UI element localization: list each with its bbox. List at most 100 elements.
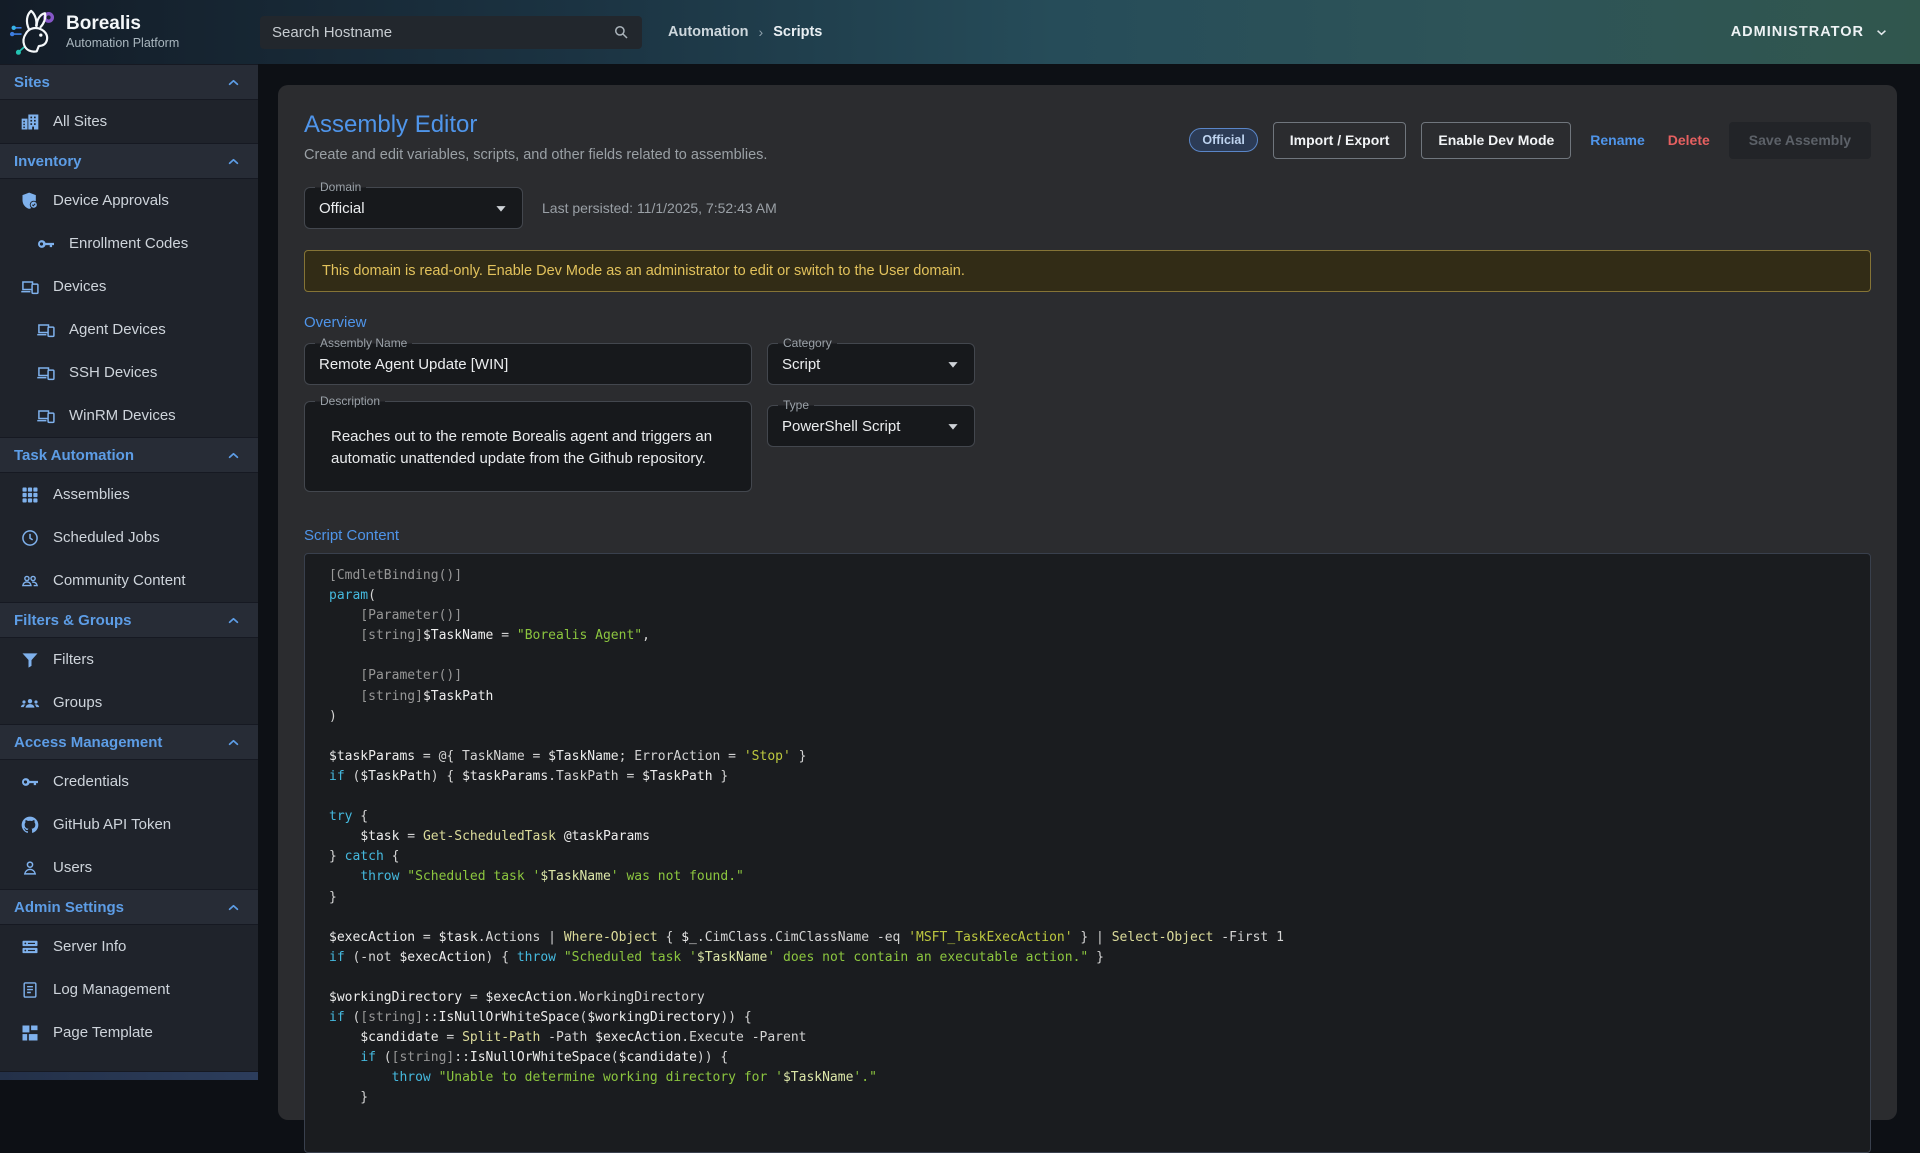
sidebar-item-label: Agent Devices	[69, 321, 166, 338]
borealis-rabbit-icon	[8, 7, 58, 57]
code-line: $taskParams = @{ TaskName = $TaskName; E…	[329, 747, 1846, 767]
editor-actions: Official Import / Export Enable Dev Mode…	[1189, 117, 1871, 163]
grid-icon	[20, 485, 40, 505]
layout-icon	[20, 1023, 40, 1043]
sidebar-section-label: Filters & Groups	[14, 612, 132, 629]
code-line: [CmdletBinding()]	[329, 566, 1846, 586]
overview-section-label: Overview	[304, 314, 1871, 331]
code-line: $candidate = Split-Path -Path $execActio…	[329, 1028, 1846, 1048]
sidebar-item-all-sites[interactable]: All Sites	[0, 100, 258, 143]
rename-button[interactable]: Rename	[1586, 132, 1648, 148]
assembly-name-value: Remote Agent Update [WIN]	[319, 356, 508, 373]
log-icon	[20, 980, 40, 1000]
official-badge: Official	[1189, 128, 1257, 152]
page-subtitle: Create and edit variables, scripts, and …	[304, 147, 767, 163]
user-menu-label: ADMINISTRATOR	[1731, 24, 1864, 40]
code-line: throw "Unable to determine working direc…	[329, 1068, 1846, 1088]
sidebar-item-devices[interactable]: Devices	[0, 265, 258, 308]
assembly-name-input[interactable]: Assembly Name Remote Agent Update [WIN]	[304, 343, 752, 385]
sidebar-item-log-management[interactable]: Log Management	[0, 968, 258, 1011]
last-persisted-text: Last persisted: 11/1/2025, 7:52:43 AM	[542, 200, 777, 216]
sidebar-section-access-management[interactable]: Access Management	[0, 724, 258, 760]
sidebar-section-label: Task Automation	[14, 447, 134, 464]
clock-icon	[20, 528, 40, 548]
sidebar-section-admin-settings[interactable]: Admin Settings	[0, 889, 258, 925]
sidebar-item-label: Page Template	[53, 1024, 153, 1041]
sidebar-item-label: Scheduled Jobs	[53, 529, 160, 546]
assembly-editor-panel: Assembly Editor Create and edit variable…	[278, 85, 1897, 1120]
sidebar-item-github-api-token[interactable]: GitHub API Token	[0, 803, 258, 846]
sidebar-section-filters-groups[interactable]: Filters & Groups	[0, 602, 258, 638]
sidebar-item-groups[interactable]: Groups	[0, 681, 258, 724]
import-export-button[interactable]: Import / Export	[1273, 122, 1407, 159]
breadcrumb-scripts[interactable]: Scripts	[773, 24, 822, 40]
sidebar-item-scheduled-jobs[interactable]: Scheduled Jobs	[0, 516, 258, 559]
code-line	[329, 646, 1846, 666]
category-select[interactable]: Category Script	[767, 343, 975, 385]
sidebar-item-server-info[interactable]: Server Info	[0, 925, 258, 968]
sidebar-item-users[interactable]: Users	[0, 846, 258, 889]
user-menu[interactable]: ADMINISTRATOR	[1731, 24, 1890, 41]
sidebar-item-label: Devices	[53, 278, 106, 295]
sidebar-section-task-automation[interactable]: Task Automation	[0, 437, 258, 473]
script-editor[interactable]: [CmdletBinding()]param( [Parameter()] [s…	[304, 553, 1871, 1153]
breadcrumb: Automation › Scripts	[668, 24, 822, 40]
sidebar-item-filters[interactable]: Filters	[0, 638, 258, 681]
type-select[interactable]: Type PowerShell Script	[767, 405, 975, 447]
sidebar-section-label: Access Management	[14, 734, 162, 751]
sidebar-item-credentials[interactable]: Credentials	[0, 760, 258, 803]
category-select-value: Script	[782, 356, 820, 373]
breadcrumb-automation[interactable]: Automation	[668, 24, 749, 40]
code-line: } catch {	[329, 847, 1846, 867]
description-label: Description	[315, 394, 385, 408]
code-line: $task = Get-ScheduledTask @taskParams	[329, 827, 1846, 847]
sidebar-bottom-strip	[0, 1071, 258, 1080]
shield-check-icon	[20, 191, 40, 211]
hostname-search[interactable]	[260, 16, 642, 49]
sidebar-section-inventory[interactable]: Inventory	[0, 143, 258, 179]
top-header: Borealis Automation Platform Automation …	[0, 0, 1920, 64]
domain-select-label: Domain	[315, 180, 366, 194]
code-line: if (-not $execAction) { throw "Scheduled…	[329, 948, 1846, 968]
sidebar-item-label: Credentials	[53, 773, 129, 790]
code-line	[329, 908, 1846, 928]
brand-logo[interactable]: Borealis Automation Platform	[0, 7, 250, 57]
script-content-label: Script Content	[304, 527, 1871, 544]
sidebar-item-page-template[interactable]: Page Template	[0, 1011, 258, 1054]
code-line: $workingDirectory = $execAction.WorkingD…	[329, 988, 1846, 1008]
type-select-value: PowerShell Script	[782, 418, 900, 435]
chevron-down-icon	[1873, 24, 1890, 41]
chevron-up-icon	[225, 612, 242, 629]
brand-subtitle: Automation Platform	[66, 36, 179, 50]
sidebar-item-assemblies[interactable]: Assemblies	[0, 473, 258, 516]
search-input[interactable]	[272, 24, 612, 41]
chevron-up-icon	[225, 734, 242, 751]
sidebar-item-label: SSH Devices	[69, 364, 157, 381]
delete-button[interactable]: Delete	[1664, 132, 1714, 148]
search-icon	[612, 23, 630, 41]
sidebar-section-label: Admin Settings	[14, 899, 124, 916]
sidebar-item-community-content[interactable]: Community Content	[0, 559, 258, 602]
sidebar-section-sites[interactable]: Sites	[0, 64, 258, 100]
buildings-icon	[20, 112, 40, 132]
save-assembly-button[interactable]: Save Assembly	[1729, 122, 1871, 159]
devices-icon	[20, 277, 40, 297]
sidebar-item-label: WinRM Devices	[69, 407, 176, 424]
sidebar-item-label: Assemblies	[53, 486, 130, 503]
devices-icon	[36, 320, 56, 340]
breadcrumb-separator: ›	[759, 24, 764, 40]
sidebar-item-enrollment-codes[interactable]: Enrollment Codes	[0, 222, 258, 265]
sidebar-item-label: Server Info	[53, 938, 126, 955]
code-line: }	[329, 888, 1846, 908]
code-line: [Parameter()]	[329, 606, 1846, 626]
sidebar-item-agent-devices[interactable]: Agent Devices	[0, 308, 258, 351]
sidebar-item-ssh-devices[interactable]: SSH Devices	[0, 351, 258, 394]
code-line: [string]$TaskPath	[329, 687, 1846, 707]
enable-dev-mode-button[interactable]: Enable Dev Mode	[1421, 122, 1571, 159]
sidebar-item-device-approvals[interactable]: Device Approvals	[0, 179, 258, 222]
description-textarea[interactable]: Description Reaches out to the remote Bo…	[304, 401, 752, 492]
sidebar-item-winrm-devices[interactable]: WinRM Devices	[0, 394, 258, 437]
domain-select[interactable]: Domain Official	[304, 187, 523, 229]
devices-icon	[36, 406, 56, 426]
caret-down-icon	[942, 415, 964, 437]
